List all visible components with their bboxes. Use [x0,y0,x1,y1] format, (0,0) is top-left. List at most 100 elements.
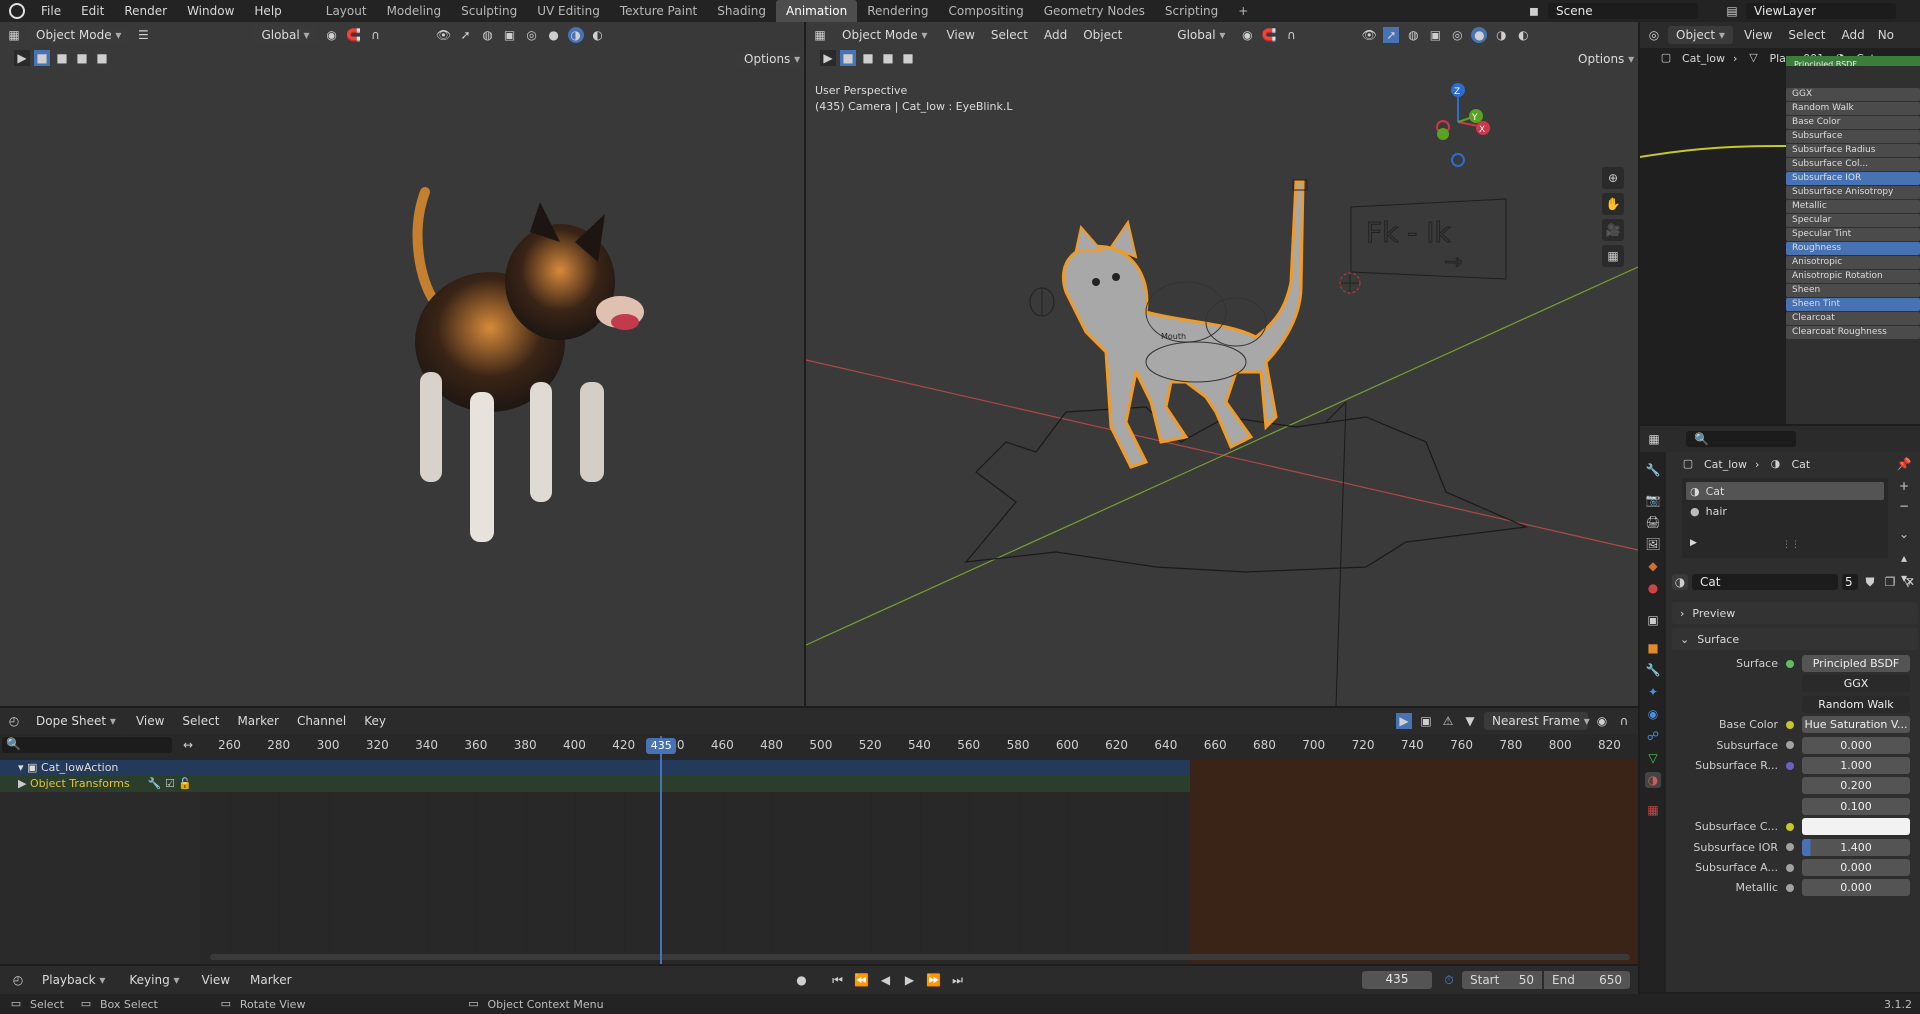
swap-icon[interactable]: ↔ [180,737,196,753]
node-socket[interactable]: Roughness [1786,242,1920,255]
node-socket[interactable]: Anisotropic Rotation [1786,270,1920,283]
add-workspace-button[interactable]: + [1228,0,1258,22]
viewlayer-field[interactable]: ViewLayer [1746,3,1896,19]
property-value[interactable]: 0.000 [1802,879,1910,897]
channel-toggles[interactable]: 🔧 ☑ 🔓 [148,776,192,792]
camera-view-icon[interactable]: 🎥 [1602,219,1624,241]
menu-render[interactable]: Render [114,0,177,22]
channel-search-input[interactable]: 🔍 [2,737,172,753]
current-frame-indicator[interactable]: 435 [646,738,677,754]
pan-hand-icon[interactable]: ✋ [1602,193,1624,215]
viewlayer-selector[interactable]: ▤ ViewLayer [1724,0,1896,22]
material-tab-icon[interactable]: ◑ [1645,772,1661,788]
property-value[interactable]: Principled BSDF [1802,655,1910,672]
menu-select[interactable]: Select [1783,24,1830,46]
only-selected-icon[interactable]: ▶ [1396,713,1412,729]
collection-tab-icon[interactable]: ▣ [1645,612,1661,628]
object-tab-icon[interactable]: ■ [1645,640,1661,656]
filter-icon[interactable]: ▼ [1462,713,1478,729]
falloff-icon[interactable]: ∩ [1616,713,1632,729]
material-name-field[interactable]: Cat [1692,574,1838,590]
property-value[interactable]: 0.200 [1802,777,1910,795]
surface-panel-header[interactable]: ⌄ Surface [1672,628,1918,650]
tab-modeling[interactable]: Modeling [377,0,452,22]
remove-slot-icon[interactable]: − [1896,498,1912,514]
scene-selector[interactable]: ◼ Scene [1526,0,1698,22]
node-socket[interactable]: Specular [1786,214,1920,227]
socket-dot-icon[interactable] [1786,761,1794,770]
node-socket[interactable]: Clearcoat [1786,312,1920,325]
play-reverse-icon[interactable]: ◀ [878,972,894,988]
tab-rendering[interactable]: Rendering [857,0,938,22]
blender-logo-icon[interactable] [9,3,25,19]
select-tool-icon[interactable]: ▶ [14,50,30,66]
view-layer-tab-icon[interactable]: 🖼 [1645,536,1661,552]
pin-icon[interactable]: 📌 [1896,456,1912,472]
left-viewport[interactable]: ▦ Object Mode ☰ Global ◉ 🧲 ∩ 👁 ➚ ◍ ▣ ◎ ●… [0,22,804,706]
solid-shading-icon[interactable]: ● [546,27,562,43]
group-track[interactable] [200,776,1190,792]
menu-marker[interactable]: Marker [244,969,297,991]
tab-texture-paint[interactable]: Texture Paint [610,0,707,22]
menu-help[interactable]: Help [244,0,291,22]
play-icon[interactable]: ▶ [902,972,918,988]
node-socket[interactable]: Subsurface [1786,130,1920,143]
modifier-tab-icon[interactable]: 🔧 [1645,662,1661,678]
jump-start-icon[interactable]: ⏮ [830,972,846,988]
select-extend-icon[interactable]: ■ [54,50,70,66]
navigation-gizmo[interactable]: Z X Y [1418,82,1498,172]
node-socket[interactable]: Sheen Tint [1786,298,1920,311]
expand-icon[interactable]: ▶ [1690,538,1697,548]
ortho-grid-icon[interactable]: ▦ [1602,245,1624,267]
principled-node-header[interactable]: Principled BSDF [1786,56,1920,69]
menu-node[interactable]: No [1876,24,1896,46]
slot-item-cat[interactable]: ◑ Cat [1686,482,1884,500]
property-value[interactable]: Hue Saturation V... [1802,716,1910,734]
fake-user-icon[interactable]: ⛊ [1862,574,1878,590]
horizontal-scrollbar[interactable] [210,954,1630,960]
particles-tab-icon[interactable]: ✦ [1645,684,1661,700]
options-dropdown[interactable]: Options [736,50,804,68]
record-icon[interactable]: ● [794,972,810,988]
select-new-icon[interactable]: ■ [34,50,50,66]
tab-uv-editing[interactable]: UV Editing [527,0,610,22]
action-summary-track[interactable] [200,760,1190,776]
properties-editor[interactable]: ▦ 🔍 🔧 📷 🖨 🖼 ◆ ● ▣ ■ 🔧 ✦ ◉ ☍ ▽ ◑ ▦ ▢ Cat_… [1640,426,1920,992]
data-tab-icon[interactable]: ▽ [1645,750,1661,766]
jump-end-icon[interactable]: ⏭ [950,972,966,988]
menu-view[interactable]: View [1739,24,1777,46]
object-mode-dropdown[interactable]: Object Mode [28,26,130,44]
socket-dot-icon[interactable] [1786,863,1794,872]
jump-prev-key-icon[interactable]: ⏪ [854,972,870,988]
node-socket[interactable]: GGX [1786,88,1920,101]
overlay-icon[interactable]: ◍ [480,27,496,43]
property-value[interactable]: Random Walk [1802,695,1910,713]
node-socket[interactable]: Subsurface Col... [1786,158,1920,171]
preview-panel-header[interactable]: › Preview [1672,602,1918,624]
editor-type-icon[interactable]: ◎ [1646,27,1662,43]
menu-view[interactable]: View [196,969,236,991]
socket-dot-icon[interactable] [1786,822,1794,831]
property-value[interactable]: GGX [1802,675,1910,693]
socket-dot-icon[interactable] [1786,741,1794,750]
editor-type-icon[interactable]: ▦ [6,27,22,43]
proportional-icon[interactable]: ∩ [368,27,384,43]
resize-handle-icon[interactable]: ⋮⋮ [1782,540,1800,550]
snap-icon[interactable]: 🧲 [346,27,362,43]
tab-animation[interactable]: Animation [776,0,858,22]
constraints-tab-icon[interactable]: ☍ [1645,728,1661,744]
property-value[interactable]: 1.400 [1802,838,1910,856]
property-value[interactable]: 0.100 [1802,797,1910,815]
menu-channel[interactable]: Channel [291,710,352,732]
xray-icon[interactable]: ▣ [502,27,518,43]
editor-type-icon[interactable]: ◴ [10,972,26,988]
add-slot-icon[interactable]: + [1896,478,1912,494]
socket-dot-icon[interactable] [1786,883,1794,892]
property-value[interactable] [1802,818,1910,836]
properties-search-input[interactable]: 🔍 [1686,431,1796,447]
world-tab-icon[interactable]: ● [1645,580,1661,596]
scene-tab-icon[interactable]: ◆ [1645,558,1661,574]
node-socket[interactable]: Random Walk [1786,102,1920,115]
preview-range-icon[interactable]: ⏱ [1441,972,1457,988]
hamburger-menu-icon[interactable]: ☰ [135,27,151,43]
